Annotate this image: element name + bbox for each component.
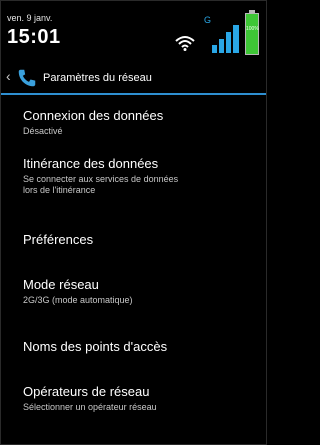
list-item-subtitle: Sélectionner un opérateur réseau (23, 402, 157, 412)
list-item-title: Connexion des données (23, 108, 164, 123)
list-item-title: Mode réseau (23, 277, 99, 292)
status-bar[interactable]: ven. 9 janv. 15:01 G 100% (1, 1, 266, 59)
list-item-data-roaming[interactable]: Itinérance des données Se connecter aux … (23, 156, 253, 196)
battery-level-label: 100% (246, 26, 259, 32)
list-item-preferences[interactable]: Préférences (23, 232, 253, 248)
list-item-title: Noms des points d'accès (23, 339, 168, 354)
list-item-data-connection[interactable]: Connexion des données Désactivé (23, 108, 253, 137)
action-bar-divider (1, 93, 266, 95)
screen: ven. 9 janv. 15:01 G 100% ‹ Paramètres d… (0, 0, 267, 445)
chevron-left-icon[interactable]: ‹ (6, 68, 11, 84)
list-item-title: Opérateurs de réseau (23, 384, 150, 399)
page-title: Paramètres du réseau (43, 72, 152, 84)
status-time: 15:01 (7, 26, 61, 48)
battery-icon: 100% (245, 10, 259, 55)
list-item-title: Itinérance des données (23, 156, 159, 171)
list-item-network-mode[interactable]: Mode réseau 2G/3G (mode automatique) (23, 277, 253, 306)
action-bar: ‹ Paramètres du réseau (1, 61, 266, 93)
list-item-subtitle: 2G/3G (mode automatique) (23, 295, 133, 305)
list-item-subtitle: Se connecter aux services de données lor… (23, 174, 179, 195)
network-type-indicator: G (204, 15, 212, 25)
wifi-icon (175, 36, 195, 51)
list-item-subtitle: Désactivé (23, 126, 63, 136)
list-item-access-point-names[interactable]: Noms des points d'accès (23, 339, 253, 355)
battery-tip (249, 10, 255, 13)
signal-strength-icon (212, 25, 239, 53)
phone-icon[interactable] (16, 67, 38, 89)
list-item-title: Préférences (23, 232, 94, 247)
list-item-network-operators[interactable]: Opérateurs de réseau Sélectionner un opé… (23, 384, 253, 413)
status-date: ven. 9 janv. (7, 13, 53, 23)
